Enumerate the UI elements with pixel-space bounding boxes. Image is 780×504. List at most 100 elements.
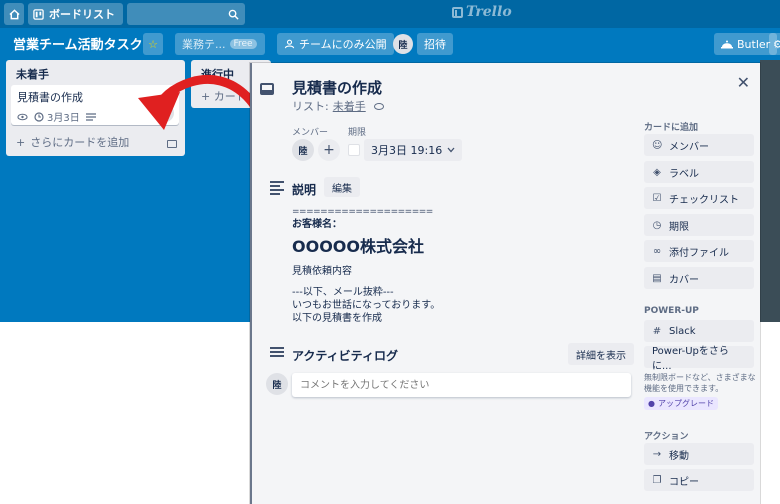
list-link[interactable]: 未着手 — [333, 98, 366, 114]
sidebar-label: コピー — [669, 476, 699, 488]
paperclip-icon: ∞ — [652, 245, 662, 257]
list-todo: 未着手 見積書の作成 3月3日 陸 + さらにカードを追加 — [6, 60, 185, 156]
visibility-button[interactable]: チームにのみ公開 — [277, 33, 394, 55]
description-line: ---以下、メール抜粋--- — [292, 287, 394, 298]
boards-label: ボードリスト — [49, 8, 115, 21]
add-to-card-heading: カードに追加 — [644, 123, 699, 133]
card-detail-modal: ✕ 見積書の作成 リスト: 未着手 メンバー 期限 陸 + 3月3日 19:16… — [250, 63, 760, 504]
close-button[interactable]: ✕ — [737, 73, 750, 92]
list-prefix: リスト: — [292, 100, 329, 113]
sidebar-label: 移動 — [669, 450, 689, 462]
visibility-label: チームにのみ公開 — [299, 38, 387, 51]
template-icon[interactable] — [167, 140, 177, 148]
sidebar-label: ラベル — [669, 168, 699, 180]
copy-button[interactable]: ❐ コピー — [644, 469, 754, 491]
labels-button[interactable]: ◈ ラベル — [644, 161, 754, 183]
description-line: 以下の見積書を作成 — [292, 313, 382, 324]
card-title[interactable]: 見積書の作成 — [292, 77, 382, 98]
sidebar-label: Power-Upをさらに... — [652, 346, 729, 372]
slack-button[interactable]: # Slack — [644, 320, 754, 342]
cover-button[interactable]: ▤ カバー — [644, 267, 754, 289]
plus-icon: + — [323, 142, 335, 158]
modal-backdrop[interactable] — [760, 60, 780, 322]
description-icon — [270, 181, 284, 197]
plus-icon: + — [201, 90, 214, 103]
due-date-value: 3月3日 19:16 — [371, 144, 443, 157]
card-estimate[interactable]: 見積書の作成 3月3日 陸 — [11, 85, 179, 125]
card-member-avatar[interactable]: 陸 — [156, 104, 174, 122]
trello-logo[interactable]: Trello — [452, 4, 512, 20]
card-title: 見積書の作成 — [17, 91, 83, 104]
boards-icon — [33, 8, 44, 20]
butler-button[interactable]: Butler — [714, 33, 778, 55]
checklist-button[interactable]: ☑ チェックリスト — [644, 187, 754, 209]
due-badge: 3月3日 — [34, 109, 80, 124]
members-button[interactable]: ☺ メンバー — [644, 134, 754, 156]
slack-icon: # — [652, 325, 662, 337]
attachment-button[interactable]: ∞ 添付ファイル — [644, 240, 754, 262]
clock-icon — [34, 111, 44, 122]
sidebar-label: メンバー — [669, 141, 709, 153]
description-line: いつもお世話になっております。 — [292, 300, 441, 311]
arrow-right-icon: → — [652, 448, 662, 460]
comment-input[interactable] — [292, 373, 631, 397]
chevron-down-icon — [447, 147, 455, 153]
copy-icon: ❐ — [652, 474, 662, 486]
more-powerups-button[interactable]: Power-Upをさらに... — [644, 346, 754, 372]
team-label: 業務テ... — [182, 38, 226, 51]
upgrade-label: アップグレード — [657, 399, 714, 408]
invite-button[interactable]: 招待 — [417, 33, 453, 55]
boards-button[interactable]: ボードリスト — [28, 3, 123, 25]
menu-button[interactable]: ⚙ — [769, 33, 780, 55]
edit-description-button[interactable]: 編集 — [324, 177, 360, 197]
description-heading: 説明 — [292, 183, 317, 197]
due-badge-text: 3月3日 — [47, 113, 80, 124]
add-member-button[interactable]: + — [318, 139, 340, 161]
search-input[interactable] — [127, 3, 245, 25]
board-member-avatar[interactable]: 陸 — [393, 34, 413, 54]
team-button[interactable]: 業務テ... Free — [175, 33, 265, 55]
add-card-button[interactable]: + さらにカードを追加 — [16, 134, 129, 150]
butler-icon — [721, 40, 733, 49]
invite-label: 招待 — [424, 38, 446, 51]
clock-icon: ◷ — [652, 219, 662, 231]
upgrade-button[interactable]: ● アップグレード — [644, 397, 718, 410]
checklist-icon: ☑ — [652, 192, 662, 204]
show-details-button[interactable]: 詳細を表示 — [568, 343, 634, 365]
person-icon: ☺ — [652, 139, 663, 151]
star-button[interactable]: ☆ — [143, 33, 163, 55]
due-date-button[interactable]: 3月3日 19:16 — [364, 139, 463, 161]
watch-icon — [373, 102, 384, 110]
sidebar-label: 添付ファイル — [669, 247, 729, 259]
description-body[interactable]: ==================== お客様名： OOOOO株式会社 見積依… — [292, 207, 632, 325]
member-avatar[interactable]: 陸 — [292, 139, 314, 161]
team-visibility-icon — [284, 39, 295, 49]
description-line: 見積依頼内容 — [292, 266, 352, 277]
powerup-note: 無制限ボードなど、さまざまな機能を使用できます。 — [644, 373, 756, 393]
description-icon — [85, 112, 96, 121]
sidebar-label: 期限 — [669, 221, 689, 233]
butler-label: Butler — [737, 37, 771, 51]
description-rule: ==================== — [292, 207, 433, 217]
plus-icon: + — [16, 135, 26, 149]
list-title[interactable]: 未着手 — [6, 60, 185, 88]
commenter-avatar: 陸 — [266, 373, 288, 395]
trello-logo-icon — [452, 6, 463, 18]
home-button[interactable] — [4, 3, 24, 25]
sidebar-label: カバー — [669, 274, 699, 286]
add-card-label: さらにカードを追加 — [30, 136, 130, 149]
activity-icon — [270, 347, 284, 359]
due-date-sidebar-button[interactable]: ◷ 期限 — [644, 214, 754, 236]
top-app-bar: ボードリスト Trello — [0, 0, 780, 28]
activity-heading: アクティビティログ — [292, 349, 398, 363]
card-list-info: リスト: 未着手 — [292, 98, 384, 114]
star-icon: ☆ — [148, 37, 158, 51]
board-title[interactable]: 営業チーム活動タスク — [13, 34, 143, 53]
move-button[interactable]: → 移動 — [644, 443, 754, 465]
search-icon — [228, 9, 239, 20]
powerup-heading: POWER-UP — [644, 306, 699, 316]
card-badges: 3月3日 — [17, 109, 173, 124]
watch-icon — [17, 113, 28, 120]
due-complete-checkbox[interactable] — [348, 144, 360, 156]
customer-label: お客様名： — [292, 219, 342, 230]
